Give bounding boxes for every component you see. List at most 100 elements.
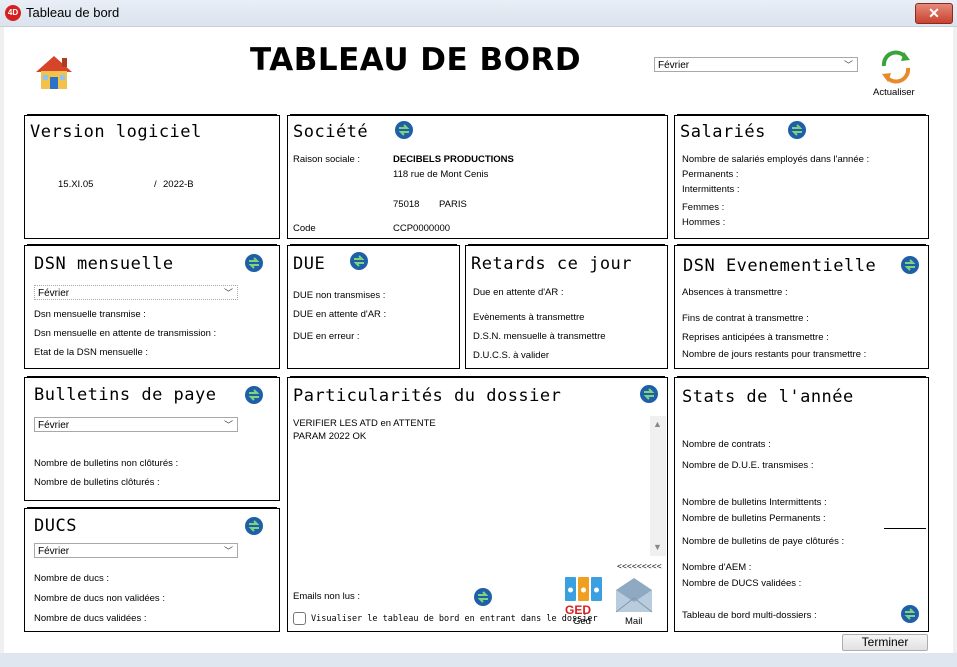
code-value: CCP0000000 [393, 223, 451, 234]
stats-separator [884, 528, 926, 529]
stats-due-transmises: Nombre de D.U.E. transmises : [682, 460, 814, 471]
ged-text: GED [565, 603, 591, 616]
bulletins-select[interactable]: Février ﹀ [34, 417, 238, 432]
version-year: 2022-B [163, 179, 194, 190]
checkbox-label: Visualiser le tableau de bord en entrant… [311, 614, 598, 624]
note-line-1: VERIFIER LES ATD en ATTENTE [293, 418, 436, 429]
company-name: DECIBELS PRODUCTIONS [393, 154, 514, 165]
footer-strip [0, 653, 957, 667]
chevron-down-icon: ﹀ [223, 420, 233, 430]
ducs-select[interactable]: Février ﹀ [34, 543, 238, 558]
salaries-permanents: Permanents : [682, 169, 739, 180]
scroll-down-icon[interactable]: ▼ [653, 542, 662, 552]
stats-bulletins-intermittents: Nombre de bulletins Intermittents : [682, 497, 827, 508]
ged-label: Ged [573, 616, 591, 627]
ged-icon[interactable]: GED [564, 576, 604, 616]
company-postcode: 75018 [393, 199, 420, 210]
multi-dossiers-go-icon[interactable] [900, 604, 920, 624]
ducs-validees: Nombre de ducs validées : [34, 613, 147, 624]
dsn-mensuelle-title: DSN mensuelle [34, 254, 174, 274]
dsn-evenementielle-title: DSN Evenementielle [683, 256, 877, 276]
stats-title: Stats de l'année [682, 387, 854, 407]
window-titlebar: 4D Tableau de bord ✕ [0, 0, 957, 27]
stats-bulletins-clotures: Nombre de bulletins de paye clôturés : [682, 536, 845, 547]
month-select[interactable]: Février ﹀ [654, 57, 858, 72]
particularites-go-icon[interactable] [639, 384, 659, 404]
due-erreur: DUE en erreur : [293, 331, 360, 342]
page-title: TABLEAU DE BORD [250, 42, 582, 78]
salaries-nombre: Nombre de salariés employés dans l'année… [682, 154, 870, 165]
retards-title: Retards ce jour [471, 254, 633, 274]
ducs-go-icon[interactable] [244, 516, 264, 536]
ducs-title: DUCS [34, 516, 77, 536]
dsn-mensuelle-go-icon[interactable] [244, 253, 264, 273]
bulletins-title: Bulletins de paye [34, 385, 217, 405]
dsn-etat: Etat de la DSN mensuelle : [34, 347, 149, 358]
dashboard-on-open-checkbox[interactable] [293, 612, 306, 625]
bulletins-go-icon[interactable] [244, 385, 264, 405]
retards-evenements: Evènements à transmettre [473, 312, 585, 323]
societe-title: Société [293, 122, 369, 142]
note-line-2: PARAM 2022 OK [293, 431, 367, 442]
notes-scrollbar[interactable]: ▲ ▼ [650, 416, 666, 556]
emails-go-icon[interactable] [473, 587, 493, 607]
window-title: Tableau de bord [26, 5, 120, 20]
month-select-value: Février [658, 60, 690, 71]
bulletins-select-value: Février [38, 420, 70, 431]
retards-dsn-mensuelle: D.S.N. mensuelle à transmettre [473, 331, 606, 342]
raison-sociale-label: Raison sociale : [293, 154, 361, 165]
due-non-transmises: DUE non transmises : [293, 290, 386, 301]
salaries-intermittents: Intermittents : [682, 184, 740, 195]
stats-multi-dossiers: Tableau de bord multi-dossiers : [682, 610, 817, 621]
evt-absences: Absences à transmettre : [682, 287, 788, 298]
company-city: PARIS [439, 199, 467, 210]
app-logo-icon: 4D [5, 5, 21, 21]
stats-bulletins-permanents: Nombre de bulletins Permanents : [682, 513, 826, 524]
evt-jours-restants: Nombre de jours restants pour transmettr… [682, 349, 867, 360]
dsn-attente: Dsn mensuelle en attente de transmission… [34, 328, 217, 339]
retards-ducs: D.U.C.S. à valider [473, 350, 550, 361]
mail-arrows: <<<<<<<<< [617, 561, 662, 571]
company-address: 118 rue de Mont Cenis [393, 169, 489, 180]
code-label: Code [293, 223, 316, 234]
refresh-label: Actualiser [873, 87, 915, 98]
close-button[interactable]: ✕ [915, 3, 953, 24]
stats-ducs-validees: Nombre de DUCS validées : [682, 578, 802, 589]
chevron-down-icon: ﹀ [843, 60, 853, 70]
salaries-title: Salariés [680, 122, 766, 142]
retards-due-attente: Due en attente d'AR : [473, 287, 564, 298]
version-title: Version logiciel [30, 122, 202, 142]
stats-contrats: Nombre de contrats : [682, 439, 771, 450]
bulletins-clotures: Nombre de bulletins clôturés : [34, 477, 160, 488]
dsn-mensuelle-select[interactable]: Février ﹀ [34, 285, 238, 300]
salaries-femmes: Femmes : [682, 202, 725, 213]
due-go-icon[interactable] [349, 251, 369, 271]
dsn-mensuelle-select-value: Février [38, 288, 70, 299]
due-title: DUE [293, 254, 326, 274]
ducs-nombre: Nombre de ducs : [34, 573, 109, 584]
home-icon[interactable] [32, 52, 76, 92]
salaries-go-icon[interactable] [787, 120, 807, 140]
chevron-down-icon: ﹀ [223, 288, 233, 298]
dsn-transmise: Dsn mensuelle transmise : [34, 309, 146, 320]
societe-go-icon[interactable] [394, 120, 414, 140]
version-number: 15.XI.05 [58, 179, 94, 190]
mail-label: Mail [625, 616, 643, 627]
ducs-non-validees: Nombre de ducs non validées : [34, 593, 165, 604]
chevron-down-icon: ﹀ [223, 546, 233, 556]
scroll-up-icon[interactable]: ▲ [653, 419, 662, 429]
emails-label: Emails non lus : [293, 591, 361, 602]
version-separator: / [154, 179, 157, 190]
mail-icon[interactable] [615, 576, 653, 614]
stats-aem: Nombre d'AEM : [682, 562, 752, 573]
particularites-title: Particularités du dossier [293, 386, 562, 406]
evt-reprises: Reprises anticipées à transmettre : [682, 332, 829, 343]
salaries-hommes: Hommes : [682, 217, 726, 228]
ducs-select-value: Février [38, 546, 70, 557]
refresh-icon[interactable] [877, 48, 915, 86]
terminer-button[interactable]: Terminer [842, 634, 928, 651]
due-attente-ar: DUE en attente d'AR : [293, 309, 387, 320]
bulletins-non-clotures: Nombre de bulletins non clôturés : [34, 458, 179, 469]
dsn-evenementielle-go-icon[interactable] [900, 255, 920, 275]
evt-fins-contrat: Fins de contrat à transmettre : [682, 313, 809, 324]
